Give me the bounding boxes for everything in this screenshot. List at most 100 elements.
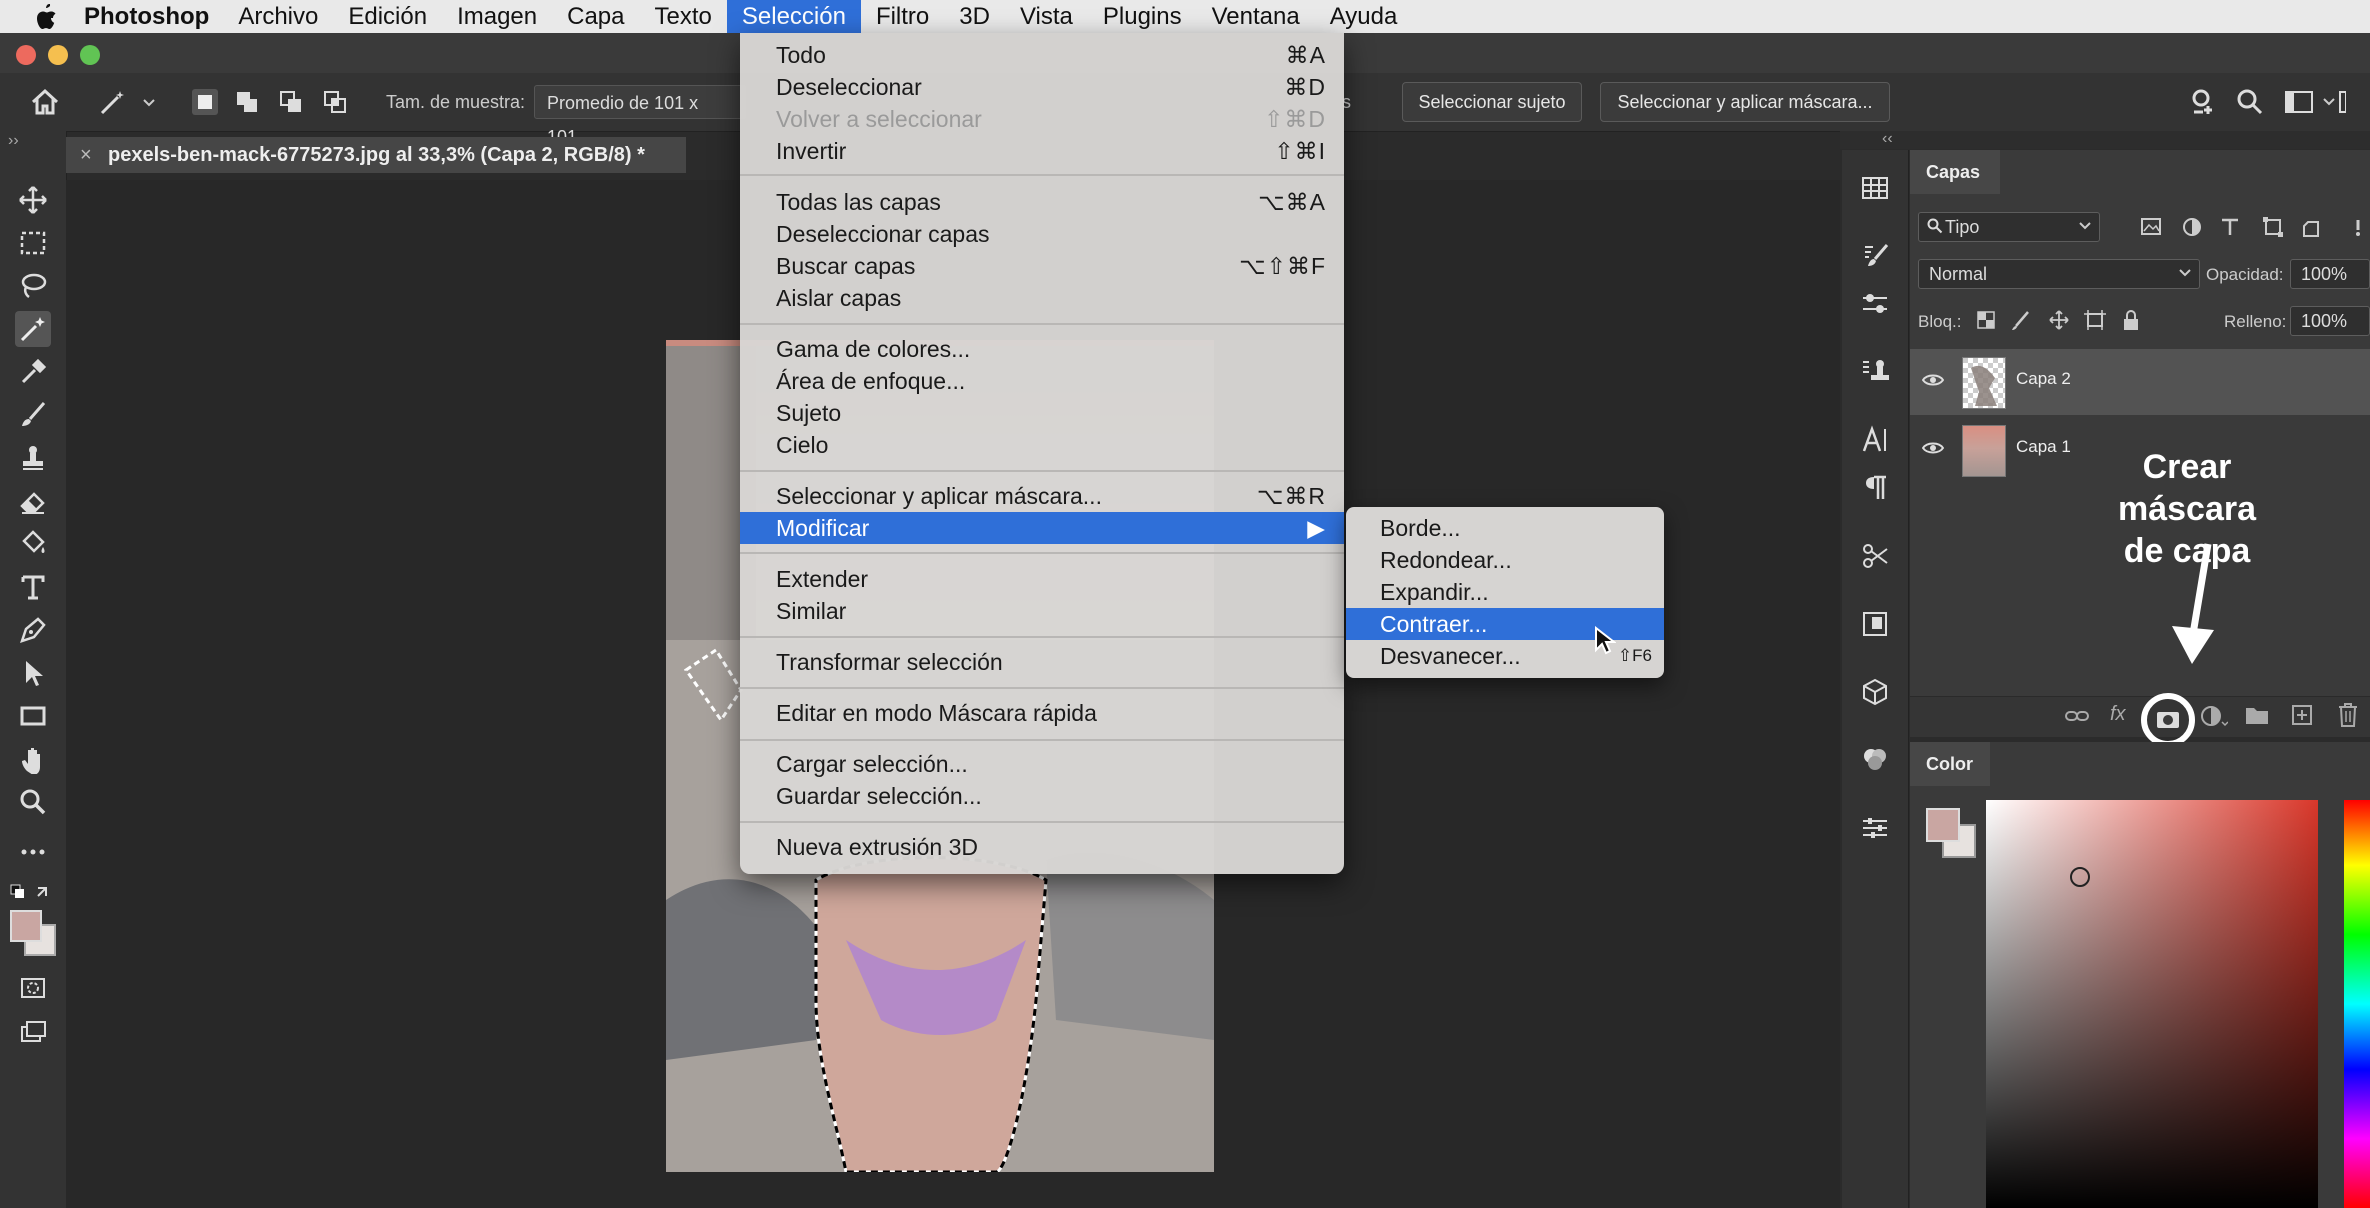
- layer-filter-dropdown[interactable]: Tipo: [1918, 212, 2100, 242]
- menu-item-guardar-seleccion[interactable]: Guardar selección...: [740, 780, 1344, 812]
- tool-presets-panel-icon[interactable]: [1857, 538, 1893, 574]
- lock-options-icons[interactable]: [1976, 308, 2156, 332]
- paint-bucket-tool-icon[interactable]: [15, 526, 51, 562]
- collapse-panels-icon[interactable]: ‹‹: [1882, 130, 1893, 148]
- menu-item-area-de-enfoque[interactable]: Área de enfoque...: [740, 365, 1344, 397]
- fx-icon[interactable]: fx: [2110, 703, 2126, 726]
- delete-layer-icon[interactable]: [2336, 702, 2360, 728]
- expand-tools-icon[interactable]: ››: [8, 132, 19, 150]
- menu-edicion[interactable]: Edición: [333, 0, 442, 33]
- move-tool-icon[interactable]: [15, 182, 51, 218]
- color-picker-field[interactable]: [1986, 800, 2318, 1208]
- pen-tool-icon[interactable]: [15, 612, 51, 648]
- color-panel-foreground-swatch[interactable]: [1926, 808, 1960, 842]
- submenu-item-borde[interactable]: Borde...: [1346, 512, 1664, 544]
- foreground-color-swatch[interactable]: [10, 910, 42, 942]
- menu-item-deseleccionar-capas[interactable]: Deseleccionar capas: [740, 218, 1344, 250]
- menu-item-deseleccionar[interactable]: Deseleccionar ⌘D: [740, 71, 1344, 103]
- subtract-selection-mode-button[interactable]: [278, 89, 304, 115]
- window-close-button[interactable]: [16, 45, 36, 65]
- type-tool-icon[interactable]: [15, 569, 51, 605]
- menu-vista[interactable]: Vista: [1005, 0, 1088, 33]
- magic-wand-tool-icon[interactable]: [15, 311, 51, 347]
- menu-item-todo[interactable]: Todo ⌘A: [740, 39, 1344, 71]
- add-selection-mode-button[interactable]: [234, 89, 260, 115]
- submenu-item-contraer[interactable]: Contraer...: [1346, 608, 1664, 640]
- lasso-tool-icon[interactable]: [15, 268, 51, 304]
- apple-icon[interactable]: [18, 3, 74, 30]
- menu-item-similar[interactable]: Similar: [740, 595, 1344, 627]
- submenu-item-expandir[interactable]: Expandir...: [1346, 576, 1664, 608]
- menu-archivo[interactable]: Archivo: [223, 0, 333, 33]
- menu-item-seleccionar-y-aplicar-mascara[interactable]: Seleccionar y aplicar máscara... ⌥⌘R: [740, 480, 1344, 512]
- color-panel-tab[interactable]: Color: [1910, 742, 1990, 786]
- link-layers-icon[interactable]: [2064, 705, 2090, 727]
- menu-item-nueva-extrusion-3d[interactable]: Nueva extrusión 3D: [740, 831, 1344, 863]
- menu-item-gama-de-colores[interactable]: Gama de colores...: [740, 333, 1344, 365]
- paragraph-panel-icon[interactable]: [1857, 470, 1893, 506]
- character-panel-icon[interactable]: [1857, 422, 1893, 458]
- visibility-eye-icon[interactable]: [1922, 372, 1944, 388]
- document-tab[interactable]: × pexels-ben-mack-6775273.jpg al 33,3% (…: [66, 137, 686, 173]
- app-name[interactable]: Photoshop: [84, 3, 209, 31]
- sample-size-dropdown[interactable]: Promedio de 101 x 101: [534, 85, 746, 147]
- menu-ayuda[interactable]: Ayuda: [1315, 0, 1413, 33]
- new-group-icon[interactable]: [2244, 704, 2270, 726]
- menu-item-cargar-seleccion[interactable]: Cargar selección...: [740, 748, 1344, 780]
- properties-panel-icon[interactable]: [1857, 810, 1893, 846]
- brush-tool-icon[interactable]: [15, 397, 51, 433]
- window-minimize-button[interactable]: [48, 45, 68, 65]
- color-picker-marker[interactable]: [2070, 867, 2090, 887]
- share-icon[interactable]: [2188, 88, 2218, 116]
- eraser-tool-icon[interactable]: [15, 483, 51, 519]
- more-tools-icon[interactable]: [15, 834, 51, 870]
- navigator-panel-icon[interactable]: [1857, 606, 1893, 642]
- add-layer-mask-icon[interactable]: [2140, 692, 2196, 748]
- menu-item-buscar-capas[interactable]: Buscar capas ⌥⇧⌘F: [740, 250, 1344, 282]
- home-icon[interactable]: [30, 88, 60, 116]
- menu-capa[interactable]: Capa: [552, 0, 639, 33]
- menu-ventana[interactable]: Ventana: [1197, 0, 1315, 33]
- menu-imagen[interactable]: Imagen: [442, 0, 552, 33]
- rectangle-tool-icon[interactable]: [15, 698, 51, 734]
- workspace-icon[interactable]: [2284, 88, 2346, 116]
- blend-mode-dropdown[interactable]: Normal: [1918, 259, 2200, 289]
- menu-item-invertir[interactable]: Invertir ⇧⌘I: [740, 135, 1344, 167]
- stamp-tool-icon[interactable]: [15, 440, 51, 476]
- menu-filtro[interactable]: Filtro: [861, 0, 944, 33]
- menu-item-transformar-seleccion[interactable]: Transformar selección: [740, 646, 1344, 678]
- layer-row-capa-2[interactable]: Capa 2: [1910, 349, 2370, 415]
- submenu-item-redondear[interactable]: Redondear...: [1346, 544, 1664, 576]
- select-and-mask-button[interactable]: Seleccionar y aplicar máscara...: [1600, 82, 1890, 122]
- menu-3d[interactable]: 3D: [944, 0, 1005, 33]
- default-colors-icon[interactable]: [10, 884, 54, 900]
- layers-panel-tab[interactable]: Capas: [1910, 150, 2000, 194]
- menu-item-modificar[interactable]: Modificar ▶: [740, 512, 1344, 544]
- history-panel-icon[interactable]: [1857, 170, 1893, 206]
- menu-texto[interactable]: Texto: [640, 0, 727, 33]
- select-subject-button[interactable]: Seleccionar sujeto: [1402, 82, 1582, 122]
- close-document-icon[interactable]: ×: [80, 137, 92, 173]
- new-selection-mode-button[interactable]: [192, 89, 218, 115]
- menu-item-sujeto[interactable]: Sujeto: [740, 397, 1344, 429]
- eyedropper-tool-icon[interactable]: [15, 354, 51, 390]
- menu-item-cielo[interactable]: Cielo: [740, 429, 1344, 461]
- new-layer-icon[interactable]: [2290, 703, 2314, 727]
- layer-filter-icons[interactable]: [2140, 216, 2370, 238]
- hue-slider[interactable]: [2344, 800, 2370, 1208]
- zoom-tool-icon[interactable]: [15, 784, 51, 820]
- menu-item-aislar-capas[interactable]: Aislar capas: [740, 282, 1344, 314]
- fill-input[interactable]: 100%: [2290, 306, 2370, 336]
- path-selection-tool-icon[interactable]: [15, 655, 51, 691]
- screen-mode-icon[interactable]: [15, 1014, 51, 1050]
- menu-item-mascara-rapida[interactable]: Editar en modo Máscara rápida: [740, 697, 1344, 729]
- adjustment-layer-icon[interactable]: [2200, 704, 2228, 728]
- intersect-selection-mode-button[interactable]: [322, 89, 348, 115]
- window-zoom-button[interactable]: [80, 45, 100, 65]
- channels-panel-icon[interactable]: [1857, 742, 1893, 778]
- submenu-item-desvanecer[interactable]: Desvanecer... ⇧F6: [1346, 640, 1664, 672]
- marquee-tool-icon[interactable]: [15, 225, 51, 261]
- magic-wand-preset-icon[interactable]: [98, 88, 160, 116]
- hand-tool-icon[interactable]: [15, 741, 51, 777]
- menu-item-todas-las-capas[interactable]: Todas las capas ⌥⌘A: [740, 186, 1344, 218]
